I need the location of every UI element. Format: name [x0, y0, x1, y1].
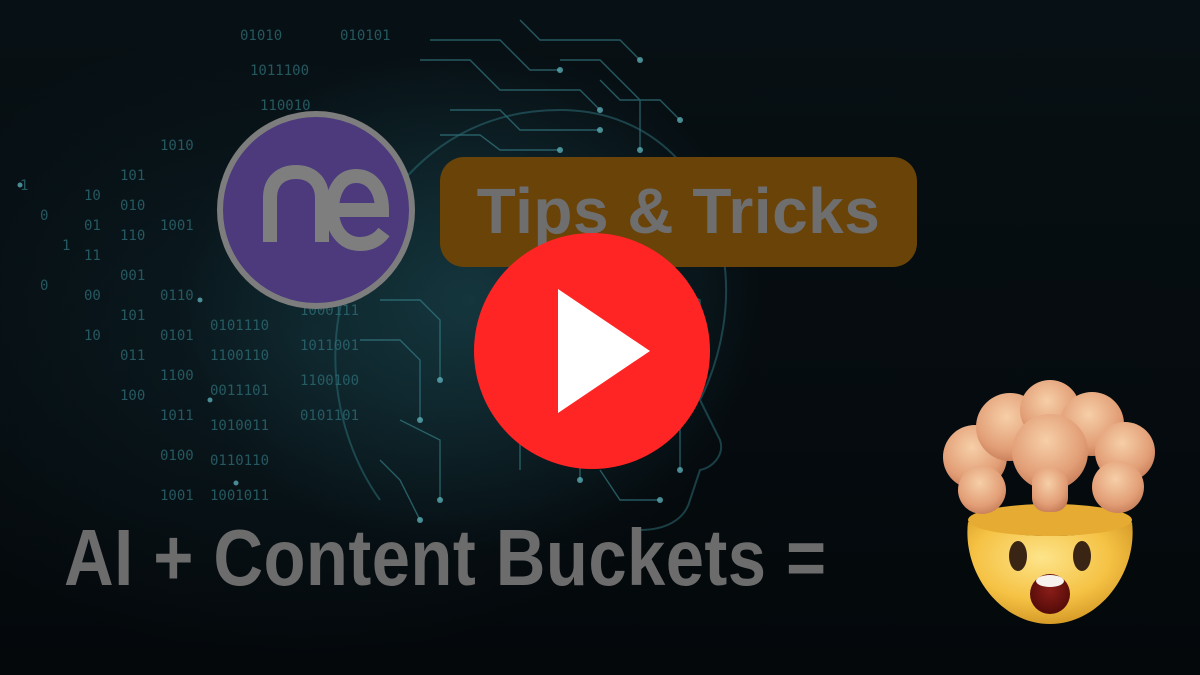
- ne-logo: ne: [217, 111, 415, 309]
- svg-text:1011100: 1011100: [250, 63, 309, 79]
- svg-text:1001: 1001: [160, 218, 194, 234]
- svg-text:0: 0: [40, 278, 48, 294]
- svg-text:1011001: 1011001: [300, 338, 359, 354]
- emoji-right-eye: [1073, 541, 1091, 571]
- svg-text:011: 011: [120, 348, 145, 364]
- svg-text:1100100: 1100100: [300, 373, 359, 389]
- svg-text:001: 001: [120, 268, 145, 284]
- video-headline: AI + Content Buckets =: [64, 513, 827, 602]
- svg-text:0: 0: [40, 208, 48, 224]
- emoji-teeth: [1036, 575, 1064, 587]
- svg-text:01010: 01010: [240, 28, 282, 44]
- svg-text:1: 1: [62, 238, 70, 254]
- svg-text:10: 10: [84, 328, 101, 344]
- svg-text:0110: 0110: [160, 288, 194, 304]
- svg-text:1100: 1100: [160, 368, 194, 384]
- svg-text:0110110: 0110110: [210, 453, 269, 469]
- svg-text:0011101: 0011101: [210, 383, 269, 399]
- svg-text:1010: 1010: [160, 138, 194, 154]
- svg-text:1100110: 1100110: [210, 348, 269, 364]
- emoji-explosion-cloud: [943, 380, 1155, 514]
- svg-text:00: 00: [84, 288, 101, 304]
- mind-blown-emoji-icon: [943, 380, 1155, 624]
- svg-text:101: 101: [120, 168, 145, 184]
- svg-text:101: 101: [120, 308, 145, 324]
- svg-text:1001011: 1001011: [210, 488, 269, 504]
- play-button[interactable]: [474, 233, 710, 469]
- svg-text:010101: 010101: [340, 28, 391, 44]
- svg-text:0100: 0100: [160, 448, 194, 464]
- svg-text:1001: 1001: [160, 488, 194, 504]
- emoji-left-eye: [1009, 541, 1027, 571]
- svg-text:0101: 0101: [160, 328, 194, 344]
- svg-text:100: 100: [120, 388, 145, 404]
- svg-text:10: 10: [84, 188, 101, 204]
- svg-text:110: 110: [120, 228, 145, 244]
- svg-text:01: 01: [84, 218, 101, 234]
- svg-text:010: 010: [120, 198, 145, 214]
- svg-text:0101110: 0101110: [210, 318, 269, 334]
- video-thumbnail[interactable]: 1 0 1 0 10 01 11 00 10 101 010 110 001 1…: [0, 0, 1200, 675]
- svg-text:1010011: 1010011: [210, 418, 269, 434]
- svg-text:0101101: 0101101: [300, 408, 359, 424]
- svg-text:11: 11: [84, 248, 101, 264]
- svg-text:1011: 1011: [160, 408, 194, 424]
